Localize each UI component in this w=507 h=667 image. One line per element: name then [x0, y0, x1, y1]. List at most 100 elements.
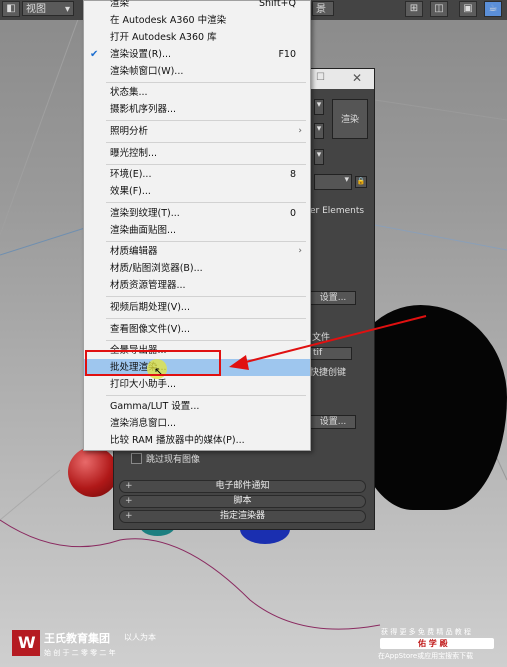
setup-button-2[interactable]: 设置...	[310, 415, 356, 429]
maximize-icon[interactable]: ☐	[316, 72, 325, 83]
chevron-right-icon: ›	[298, 246, 302, 256]
select-icon[interactable]: ◧	[2, 1, 20, 17]
menu-item-label: 材质编辑器	[110, 246, 158, 257]
menu-item-render-surface-map[interactable]: 渲染曲面贴图...	[84, 222, 310, 239]
menu-item-shortcut: F10	[278, 49, 296, 60]
file-label: 文件	[312, 333, 331, 343]
menu-item-label: 渲染帧窗口(W)...	[110, 66, 184, 77]
lock-dropdown[interactable]: ▾	[314, 174, 352, 190]
menu-item-print-size-wizard[interactable]: 打印大小助手...	[84, 376, 310, 393]
menu-item-compare-ram-player[interactable]: 比较 RAM 播放器中的媒体(P)...	[84, 432, 310, 449]
promo-box-label: 佑 学 殿	[418, 639, 448, 648]
view-dropdown-label: 视图	[26, 4, 46, 15]
promo-download-text: 在AppStore或应用宝搜索下载	[378, 652, 474, 660]
plus-icon: +	[125, 481, 133, 491]
menu-item-label: 渲染	[110, 0, 130, 9]
menu-separator	[106, 120, 306, 121]
menu-item-state-sets[interactable]: 状态集...	[84, 84, 310, 101]
rollout-email-label: 电子邮件通知	[215, 481, 270, 491]
menu-separator	[106, 340, 306, 341]
menu-item-shortcut: Shift+Q	[258, 0, 296, 9]
rollout-renderer[interactable]: + 指定渲染器	[119, 510, 366, 523]
plus-icon: +	[125, 511, 133, 521]
renderer-dropdown[interactable]: ▾	[314, 123, 324, 139]
menu-item-render-to-texture[interactable]: 渲染到纹理(T)... 0	[84, 205, 310, 222]
menu-item-exposure-control[interactable]: 曝光控制...	[84, 145, 310, 162]
menu-item-lighting-analysis[interactable]: 照明分析 ›	[84, 123, 310, 140]
menu-item-material-editor[interactable]: 材质编辑器 ›	[84, 243, 310, 260]
menu-item-label: Gamma/LUT 设置...	[110, 401, 200, 412]
chevron-down-icon: ▾	[64, 4, 70, 15]
skip-existing-checkbox[interactable]	[131, 453, 142, 464]
brand-slogan: 以人为本	[124, 633, 156, 642]
menu-item-material-browser[interactable]: 材质/贴图浏览器(B)...	[84, 260, 310, 277]
menu-separator	[106, 395, 306, 396]
menu-item-open-a360[interactable]: 打开 Autodesk A360 库	[84, 29, 310, 46]
menu-item-camera-sequencer[interactable]: 摄影机序列器...	[84, 101, 310, 118]
render-frame-icon[interactable]: ▣	[459, 1, 477, 17]
menu-item-render-message-window[interactable]: 渲染消息窗口...	[84, 415, 310, 432]
menu-item-render-a360[interactable]: 在 Autodesk A360 中渲染	[84, 12, 310, 29]
menu-item-label: 在 Autodesk A360 中渲染	[110, 15, 227, 26]
tool-icon[interactable]: ⊞	[405, 1, 423, 17]
view-dropdown-2[interactable]: ▾	[314, 149, 324, 165]
render-teapot-icon[interactable]: ☕	[484, 1, 502, 17]
brand-founded: 始 创 于 二 零 零 二 年	[44, 649, 116, 657]
menu-item-label: 渲染到纹理(T)...	[110, 208, 180, 219]
menu-item-label: 比较 RAM 播放器中的媒体(P)...	[110, 435, 245, 446]
menu-item-shortcut: 8	[289, 169, 296, 180]
checkmark-icon: ✔	[90, 49, 99, 60]
rollout-script-label: 脚本	[233, 496, 252, 506]
scene-dropdown-label: 景	[316, 4, 326, 15]
scene-dropdown[interactable]: 景	[312, 1, 334, 16]
file-type-field[interactable]: tif	[310, 347, 352, 360]
rollout-email[interactable]: + 电子邮件通知	[119, 480, 366, 493]
rollout-renderer-label: 指定渲染器	[219, 511, 265, 521]
menu-item-label: 照明分析	[110, 126, 149, 137]
menu-separator	[106, 296, 306, 297]
menu-item-label: 打印大小助手...	[110, 379, 177, 390]
menu-item-label: 视频后期处理(V)...	[110, 302, 190, 313]
menu-item-render[interactable]: 渲染 Shift+Q	[84, 0, 310, 12]
setup-button[interactable]: 设置...	[310, 291, 356, 305]
menu-item-video-post[interactable]: 视频后期处理(V)...	[84, 299, 310, 316]
render-setup-icon[interactable]: ◫	[430, 1, 448, 17]
plus-icon: +	[125, 496, 133, 506]
menu-separator	[106, 241, 306, 242]
rendering-menu: 渲染 Shift+Q 在 Autodesk A360 中渲染 打开 Autode…	[83, 0, 311, 451]
menu-item-render-frame-window[interactable]: 渲染帧窗口(W)...	[84, 63, 310, 80]
quick-create-label[interactable]: 快捷创键	[310, 365, 346, 378]
menu-item-shortcut: 0	[289, 208, 296, 219]
menu-item-label: 效果(F)...	[110, 186, 151, 197]
menu-item-gamma-lut[interactable]: Gamma/LUT 设置...	[84, 398, 310, 415]
preset-dropdown[interactable]: ▾	[314, 99, 324, 115]
lock-icon[interactable]: 🔒	[355, 176, 367, 188]
menu-item-environment[interactable]: 环境(E)... 8	[84, 166, 310, 183]
menu-separator	[106, 318, 306, 319]
promo-text: 获 得 更 多 免 费 精 品 教 程	[381, 628, 472, 636]
elements-tab[interactable]: er Elements	[310, 206, 364, 216]
view-dropdown[interactable]: 视图 ▾	[22, 1, 74, 16]
render-button[interactable]: 渲染	[332, 99, 368, 139]
chevron-right-icon: ›	[298, 126, 302, 136]
promo-box: 佑 学 殿	[380, 638, 494, 649]
menu-item-label: 环境(E)...	[110, 169, 152, 180]
red-sphere-object[interactable]	[68, 447, 118, 497]
close-icon[interactable]: ✕	[352, 71, 362, 85]
menu-separator	[106, 164, 306, 165]
menu-separator	[106, 142, 306, 143]
menu-item-label: 查看图像文件(V)...	[110, 324, 190, 335]
menu-item-material-explorer[interactable]: 材质资源管理器...	[84, 277, 310, 294]
menu-item-label: 材质/贴图浏览器(B)...	[110, 263, 203, 274]
menu-item-label: 材质资源管理器...	[110, 280, 186, 291]
brand-logo: W	[12, 630, 40, 656]
rollout-script[interactable]: + 脚本	[119, 495, 366, 508]
menu-item-effects[interactable]: 效果(F)...	[84, 183, 310, 200]
menu-item-label: 状态集...	[110, 87, 148, 98]
menu-item-label: 渲染曲面贴图...	[110, 225, 177, 236]
menu-item-label: 打开 Autodesk A360 库	[110, 32, 217, 43]
menu-item-view-image-file[interactable]: 查看图像文件(V)...	[84, 321, 310, 338]
menu-item-render-setup[interactable]: ✔ 渲染设置(R)... F10	[84, 46, 310, 63]
menu-item-label: 渲染消息窗口...	[110, 418, 177, 429]
menu-separator	[106, 82, 306, 83]
